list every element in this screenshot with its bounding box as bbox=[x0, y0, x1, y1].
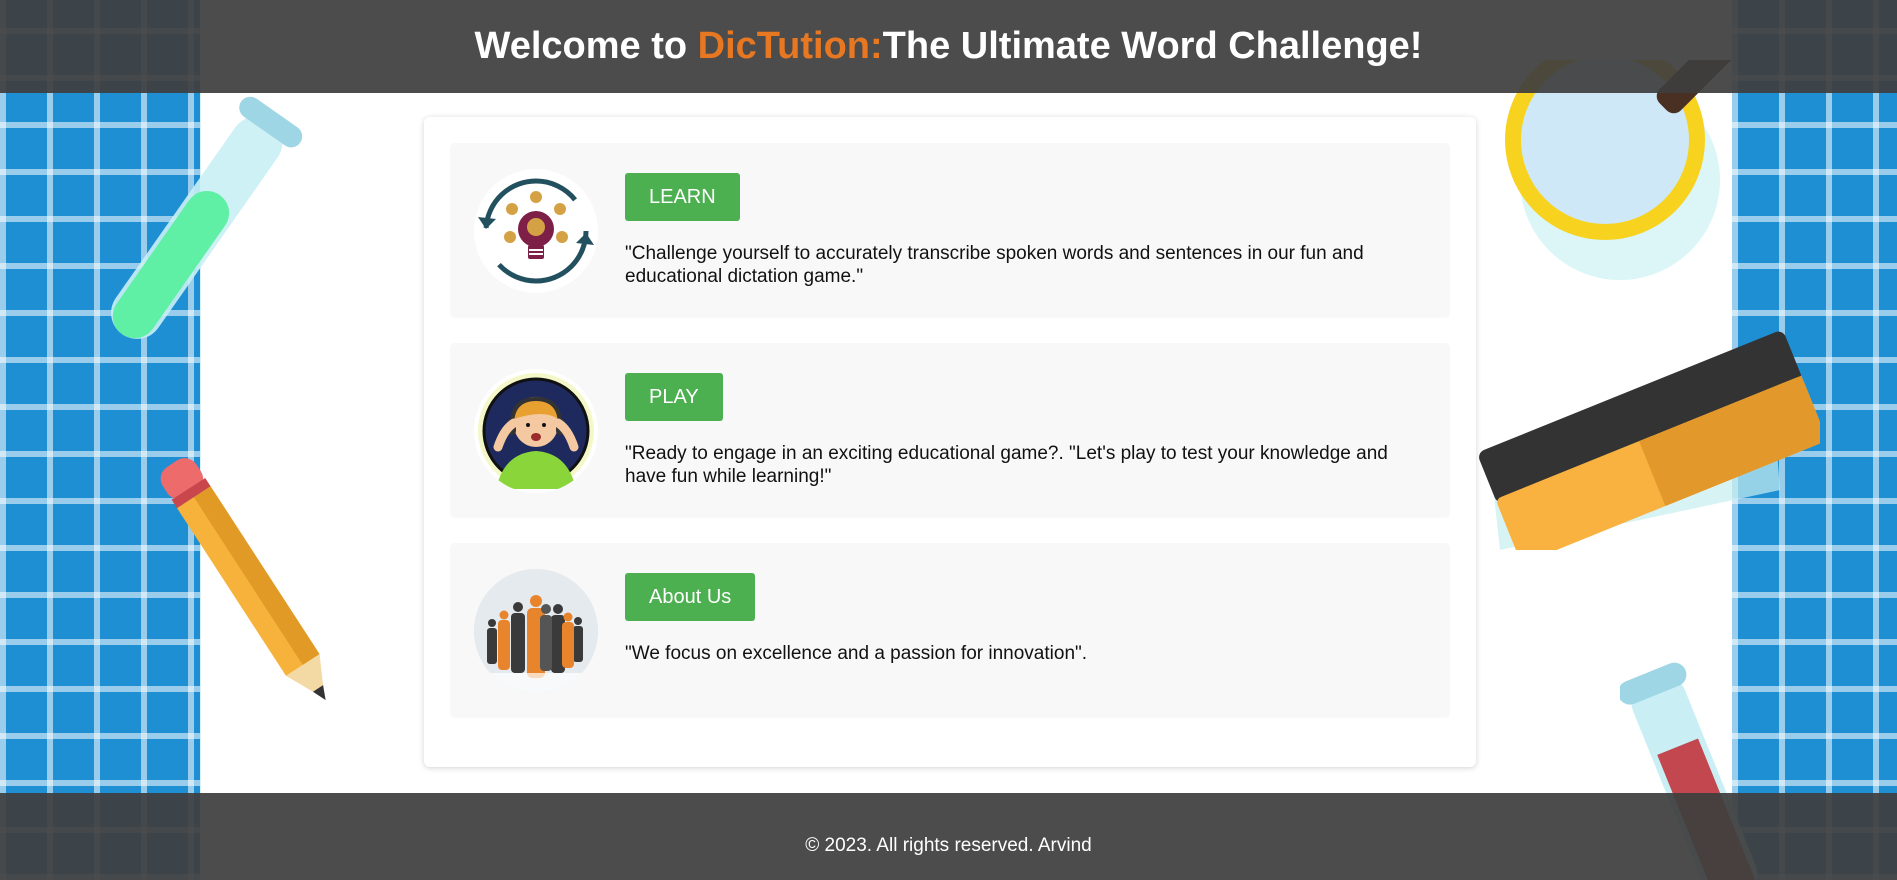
brand-name: DicTution: bbox=[697, 25, 883, 67]
copyright-text: © 2023. All rights reserved. Arvind bbox=[805, 834, 1092, 856]
footer: © 2023. All rights reserved. Arvind bbox=[0, 793, 1897, 880]
lightbulb-cycle-icon bbox=[474, 169, 598, 293]
play-button[interactable]: PLAY bbox=[625, 373, 723, 421]
child-with-headset-icon bbox=[474, 369, 598, 493]
team-silhouettes-icon bbox=[474, 569, 598, 693]
learn-button[interactable]: LEARN bbox=[625, 173, 740, 221]
about-section: About Us "We focus on excellence and a p… bbox=[450, 543, 1450, 718]
learn-section: LEARN "Challenge yourself to accurately … bbox=[450, 143, 1450, 318]
title-prefix: Welcome to bbox=[474, 25, 698, 67]
learn-description: "Challenge yourself to accurately transc… bbox=[625, 243, 1364, 287]
about-us-button[interactable]: About Us bbox=[625, 573, 756, 621]
test-tube-icon bbox=[111, 96, 303, 339]
play-section: PLAY "Ready to engage in an exciting edu… bbox=[450, 343, 1450, 518]
about-description: "We focus on excellence and a passion fo… bbox=[625, 643, 1088, 664]
page: Welcome to DicTution:The Ultimate Word C… bbox=[0, 0, 1897, 880]
main-card: LEARN "Challenge yourself to accurately … bbox=[424, 117, 1476, 767]
title-suffix: The Ultimate Word Challenge! bbox=[882, 25, 1423, 67]
play-description: "Ready to engage in an exciting educatio… bbox=[625, 443, 1388, 487]
magnifier-icon bbox=[1505, 60, 1734, 280]
header: Welcome to DicTution:The Ultimate Word C… bbox=[0, 0, 1897, 93]
page-title: Welcome to DicTution:The Ultimate Word C… bbox=[475, 25, 1423, 68]
eraser-icon bbox=[1479, 331, 1820, 550]
pencil-icon bbox=[160, 458, 326, 701]
